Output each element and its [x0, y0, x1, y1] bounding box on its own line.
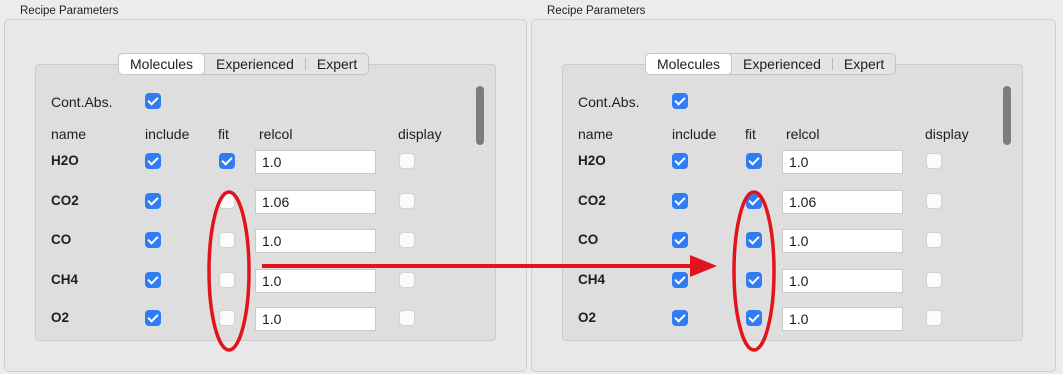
left-molecule-name: CO2: [51, 193, 79, 208]
left-fit-checkbox[interactable]: [219, 272, 235, 288]
left-display-checkbox[interactable]: [399, 232, 415, 248]
left-fit-checkbox[interactable]: [219, 310, 235, 326]
right-header-relcol: relcol: [786, 126, 820, 142]
right-include-checkbox[interactable]: [672, 193, 688, 209]
left-display-checkbox[interactable]: [399, 272, 415, 288]
right-scrollbar-thumb[interactable]: [1003, 86, 1011, 145]
right-relcol-field[interactable]: 1.0: [782, 307, 903, 331]
tab-molecules[interactable]: Molecules: [119, 54, 205, 74]
right-panel-title: Recipe Parameters: [547, 5, 646, 17]
right-include-checkbox[interactable]: [672, 232, 688, 248]
right-fit-checkbox[interactable]: [746, 232, 762, 248]
right-display-checkbox[interactable]: [926, 232, 942, 248]
left-display-checkbox[interactable]: [399, 310, 415, 326]
right-header-include: include: [672, 126, 717, 142]
right-cont-abs-checkbox[interactable]: [672, 93, 688, 109]
left-include-checkbox[interactable]: [145, 232, 161, 248]
right-relcol-field[interactable]: 1.0: [782, 150, 903, 174]
tab-experienced[interactable]: Experienced: [205, 54, 305, 74]
right-fit-checkbox[interactable]: [746, 153, 762, 169]
right-include-checkbox[interactable]: [672, 310, 688, 326]
right-display-checkbox[interactable]: [926, 310, 942, 326]
left-header-fit: fit: [218, 126, 229, 142]
right-header-name: name: [578, 126, 614, 142]
left-include-checkbox[interactable]: [145, 193, 161, 209]
left-display-checkbox[interactable]: [399, 153, 415, 169]
left-include-checkbox[interactable]: [145, 310, 161, 326]
left-molecule-name: O2: [51, 310, 70, 325]
left-relcol-field[interactable]: 1.0: [255, 150, 376, 174]
left-relcol-field[interactable]: 1.0: [255, 229, 376, 253]
left-panel-title: Recipe Parameters: [20, 5, 119, 17]
left-molecule-name: H2O: [51, 153, 79, 168]
left-fit-checkbox[interactable]: [219, 153, 235, 169]
tab-expert[interactable]: Expert: [833, 54, 895, 74]
right-cont-abs-label: Cont.Abs.: [578, 94, 640, 110]
right-include-checkbox[interactable]: [672, 153, 688, 169]
right-include-checkbox[interactable]: [672, 272, 688, 288]
right-molecule-name: O2: [578, 310, 597, 325]
left-scrollbar-thumb[interactable]: [476, 86, 484, 145]
right-header-display: display: [925, 126, 969, 142]
left-tab-bar: Molecules Experienced Expert: [118, 53, 370, 75]
right-display-checkbox[interactable]: [926, 153, 942, 169]
right-fit-checkbox[interactable]: [746, 272, 762, 288]
right-molecule-name: CO: [578, 232, 599, 247]
left-fit-checkbox[interactable]: [219, 193, 235, 209]
left-header-display: display: [398, 126, 442, 142]
right-display-checkbox[interactable]: [926, 193, 942, 209]
tab-experienced[interactable]: Experienced: [732, 54, 832, 74]
right-fit-checkbox[interactable]: [746, 310, 762, 326]
tab-molecules[interactable]: Molecules: [646, 54, 732, 74]
right-relcol-field[interactable]: 1.06: [782, 190, 903, 214]
left-molecule-name: CO: [51, 232, 72, 247]
left-relcol-field[interactable]: 1.06: [255, 190, 376, 214]
right-tab-bar: Molecules Experienced Expert: [645, 53, 897, 75]
right-molecule-name: CO2: [578, 193, 606, 208]
left-header-relcol: relcol: [259, 126, 293, 142]
right-molecule-name: H2O: [578, 153, 606, 168]
left-include-checkbox[interactable]: [145, 153, 161, 169]
right-relcol-field[interactable]: 1.0: [782, 229, 903, 253]
left-header-name: name: [51, 126, 87, 142]
right-molecule-name: CH4: [578, 272, 606, 287]
left-molecule-name: CH4: [51, 272, 79, 287]
left-relcol-field[interactable]: 1.0: [255, 307, 376, 331]
right-relcol-field[interactable]: 1.0: [782, 269, 903, 293]
right-display-checkbox[interactable]: [926, 272, 942, 288]
left-fit-checkbox[interactable]: [219, 232, 235, 248]
left-header-include: include: [145, 126, 190, 142]
left-cont-abs-checkbox[interactable]: [145, 93, 161, 109]
left-display-checkbox[interactable]: [399, 193, 415, 209]
right-header-fit: fit: [745, 126, 756, 142]
left-cont-abs-label: Cont.Abs.: [51, 94, 113, 110]
left-relcol-field[interactable]: 1.0: [255, 269, 376, 293]
right-fit-checkbox[interactable]: [746, 193, 762, 209]
tab-expert[interactable]: Expert: [306, 54, 368, 74]
left-include-checkbox[interactable]: [145, 272, 161, 288]
